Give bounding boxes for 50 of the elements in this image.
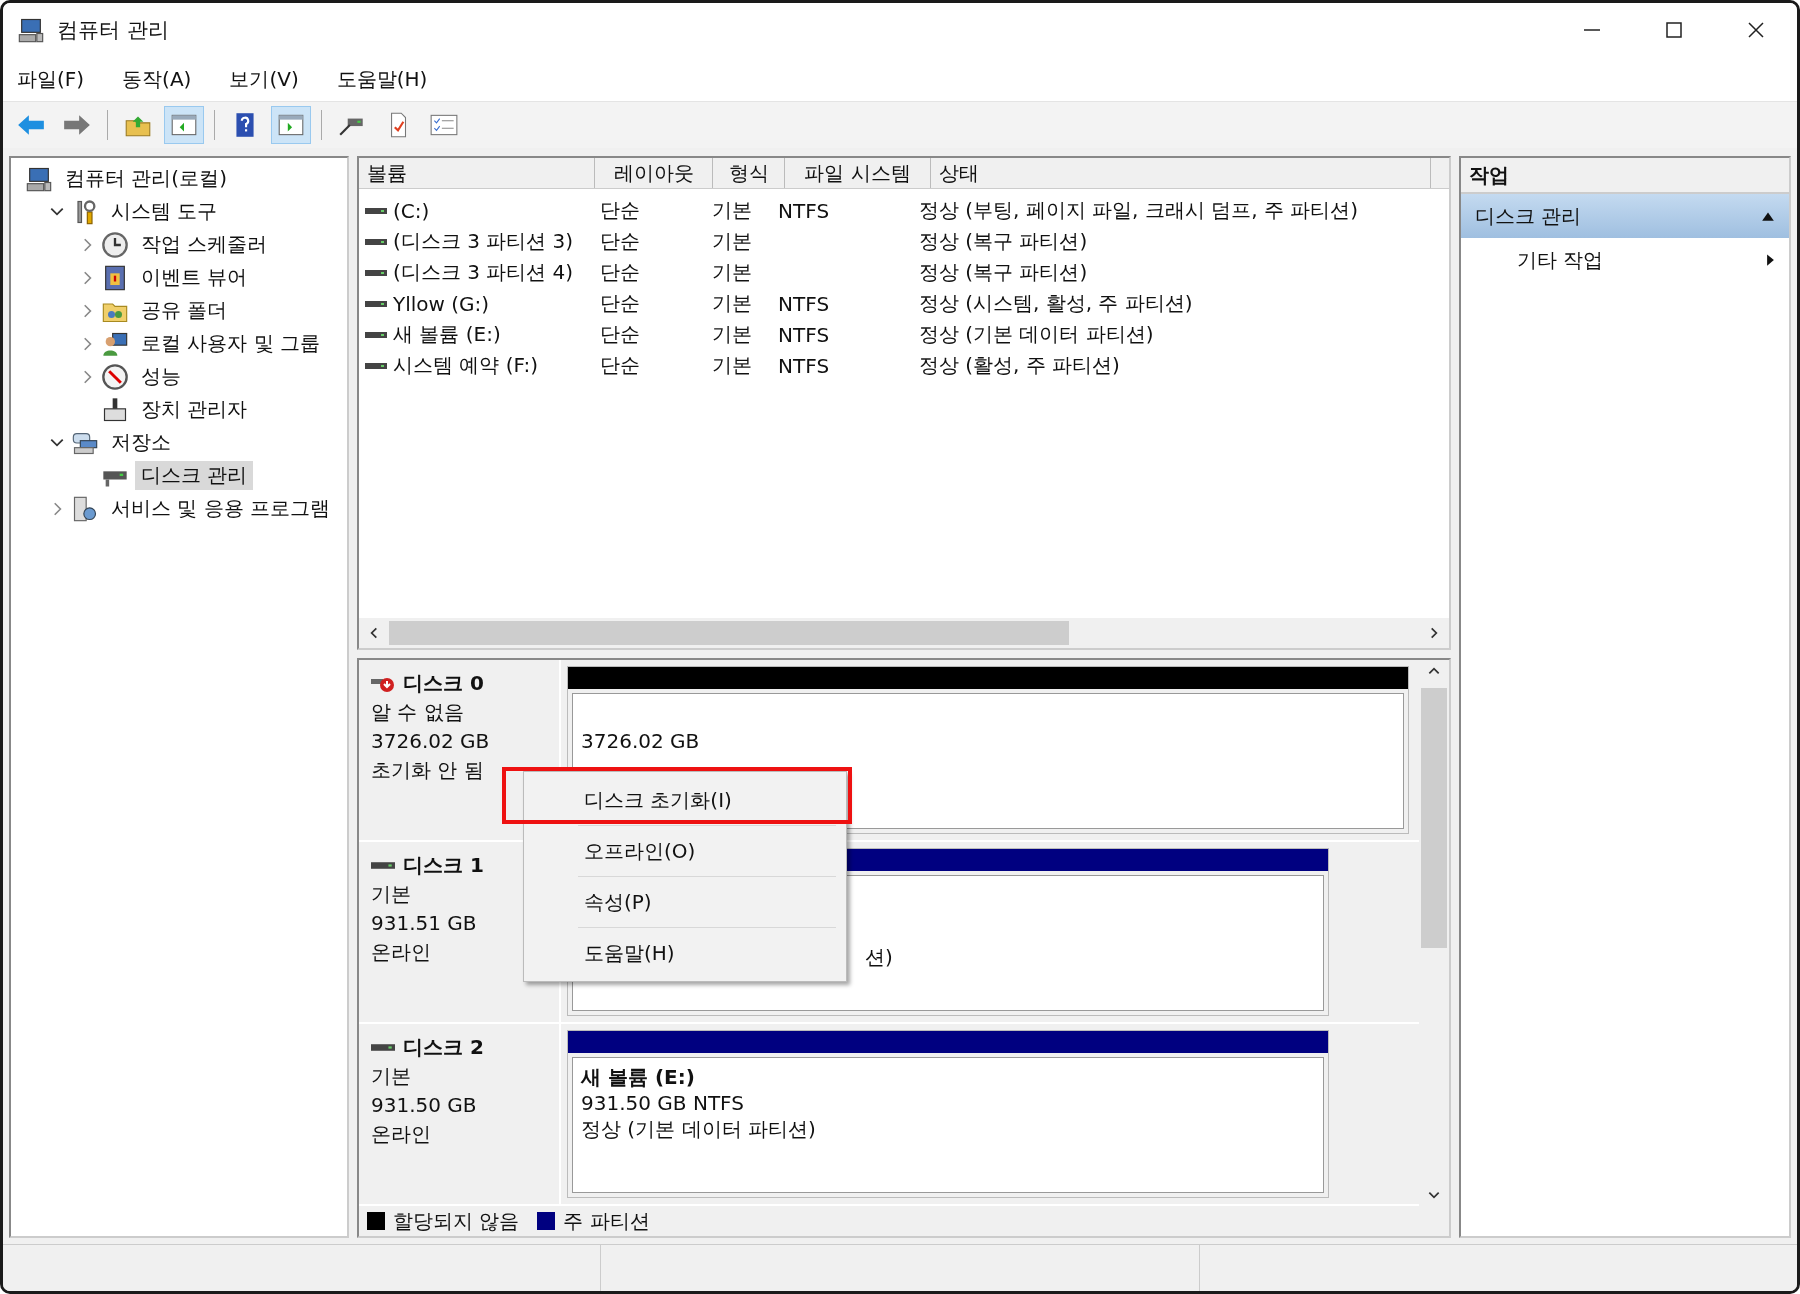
table-cell: 새 볼륨 (E:) [393,321,501,348]
section-title: 디스크 관리 [1475,202,1582,230]
legend-label: 주 파티션 [563,1207,650,1235]
table-cell: NTFS [778,198,830,223]
table-cell: 정상 (부팅, 페이지 파일, 크래시 덤프, 주 파티션) [918,197,1359,224]
table-cell: 정상 (복구 파티션) [918,228,1088,255]
table-cell: 단순 [600,290,641,317]
partition-info: 931.50 GB NTFS [581,1090,745,1116]
partition-title: 새 볼륨 (E:) [581,1064,696,1090]
table-cell: (C:) [393,198,430,223]
window-title: 컴퓨터 관리 [57,17,169,44]
disk-info: 기본 [371,881,412,908]
table-cell: (디스크 3 파티션 4) [393,259,574,286]
table-cell: 기본 [712,197,753,224]
table-cell: 시스템 예약 (F:) [393,352,538,379]
disk-info: 기본 [371,1063,412,1090]
table-cell: NTFS [778,353,830,378]
disk-info: 931.51 GB [371,910,478,937]
disk-info: 온라인 [371,939,432,966]
disk-name: 디스크 1 [403,852,484,879]
table-cell: (디스크 3 파티션 3) [393,228,574,255]
disk-name: 디스크 2 [403,1034,484,1061]
table-cell: 정상 (기본 데이터 파티션) [918,321,1154,348]
table-cell: 정상 (시스템, 활성, 주 파티션) [918,290,1193,317]
table-cell: 단순 [600,228,641,255]
table-cell: 정상 (복구 파티션) [918,259,1088,286]
partition-info: 정상 (기본 데이터 파티션) [581,1116,817,1142]
table-cell: Yllow (G:) [393,291,490,316]
table-cell: 기본 [712,228,753,255]
table-cell: 기본 [712,259,753,286]
table-cell: 기본 [712,321,753,348]
table-cell: 단순 [600,259,641,286]
legend-label: 할당되지 않음 [393,1207,520,1235]
disk-name: 디스크 0 [403,670,484,697]
table-cell: NTFS [778,291,830,316]
partition-info: 3726.02 GB [581,728,701,754]
table-cell: NTFS [778,322,830,347]
table-cell: 단순 [600,352,641,379]
disk-info: 3726.02 GB [371,728,491,755]
table-cell: 단순 [600,197,641,224]
panel-title: 작업 [1461,158,1789,194]
disk-info: 초기화 안 됨 [371,757,485,784]
disk-info: 931.50 GB [371,1092,478,1119]
partition-info: 션) [865,944,894,970]
table-cell: 단순 [600,321,641,348]
table-cell: 기본 [712,290,753,317]
table-cell: 정상 (활성, 주 파티션) [918,352,1120,379]
table-cell: 기본 [712,352,753,379]
disk-info: 온라인 [371,1121,432,1148]
disk-info: 알 수 없음 [371,699,465,726]
